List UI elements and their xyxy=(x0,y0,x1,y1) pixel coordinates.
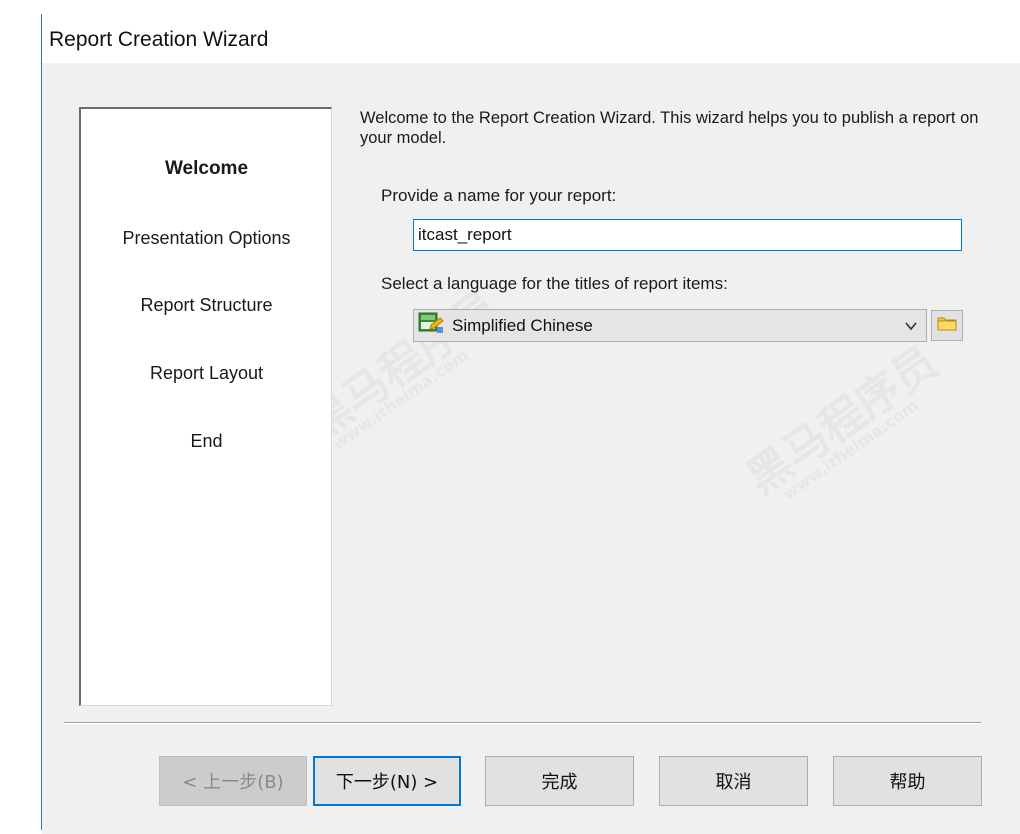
language-select[interactable]: Simplified Chinese xyxy=(413,309,927,342)
help-button[interactable]: 帮助 xyxy=(833,756,982,806)
folder-icon xyxy=(937,315,957,336)
window-title: Report Creation Wizard xyxy=(49,28,269,51)
next-button[interactable]: 下一步(N) > xyxy=(313,756,461,806)
step-presentation-options: Presentation Options xyxy=(122,228,291,248)
steps-panel: Welcome Presentation Options Report Stru… xyxy=(79,107,332,706)
language-flag-icon xyxy=(414,311,444,340)
back-button[interactable]: < 上一步(B) xyxy=(159,756,307,806)
language-select-value: Simplified Chinese xyxy=(452,315,593,335)
finish-button[interactable]: 完成 xyxy=(485,756,634,806)
step-end: End xyxy=(190,431,223,451)
button-bar-separator xyxy=(64,722,981,724)
step-report-structure: Report Structure xyxy=(140,295,273,315)
cancel-button[interactable]: 取消 xyxy=(659,756,808,806)
browse-button[interactable] xyxy=(931,310,963,341)
welcome-intro-text: Welcome to the Report Creation Wizard. T… xyxy=(360,109,979,147)
report-name-input[interactable] xyxy=(413,219,962,251)
step-report-layout: Report Layout xyxy=(149,363,264,383)
step-welcome: Welcome xyxy=(164,158,249,179)
language-label: Select a language for the titles of repo… xyxy=(381,274,728,293)
report-name-label: Provide a name for your report: xyxy=(381,186,617,205)
